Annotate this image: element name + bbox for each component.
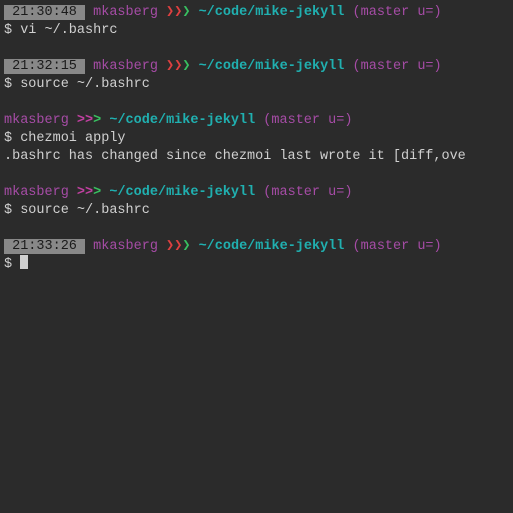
prompt-line: 21:32:15 mkasberg ❯❯❯ ~/code/mike-jekyll…: [0, 58, 513, 76]
branch-open: (: [353, 5, 361, 20]
prompt-line: mkasberg >>> ~/code/mike-jekyll (master …: [0, 184, 513, 202]
git-branch: master u=: [361, 59, 434, 74]
cwd-path: ~/code/mike-jekyll: [109, 113, 255, 128]
prompt-separator: >: [93, 113, 101, 128]
timestamp: 21:33:26: [4, 239, 85, 254]
command-line[interactable]: $ chezmoi apply: [0, 130, 513, 148]
cwd-path: ~/code/mike-jekyll: [199, 239, 345, 254]
branch-open: (: [353, 59, 361, 74]
command-line[interactable]: $ vi ~/.bashrc: [0, 22, 513, 40]
command-text[interactable]: vi ~/.bashrc: [20, 23, 117, 38]
username: mkasberg: [93, 239, 158, 254]
prompt-line: 21:30:48 mkasberg ❯❯❯ ~/code/mike-jekyll…: [0, 4, 513, 22]
prompt-separator: >: [85, 185, 93, 200]
branch-close: ): [434, 5, 442, 20]
command-line[interactable]: $ source ~/.bashrc: [0, 202, 513, 220]
prompt-line: 21:33:26 mkasberg ❯❯❯ ~/code/mike-jekyll…: [0, 238, 513, 256]
username: mkasberg: [4, 185, 69, 200]
prompt-dollar: $: [4, 203, 20, 218]
blank-line: [0, 40, 513, 58]
git-branch: master u=: [271, 185, 344, 200]
cwd-path: ~/code/mike-jekyll: [109, 185, 255, 200]
git-branch: master u=: [361, 5, 434, 20]
blank-line: [0, 220, 513, 238]
prompt-dollar: $: [4, 257, 20, 272]
branch-close: ): [434, 239, 442, 254]
prompt-separator: >: [77, 185, 85, 200]
prompt-separator: ❯: [166, 239, 174, 254]
blank-line: [0, 166, 513, 184]
command-text[interactable]: source ~/.bashrc: [20, 203, 150, 218]
prompt-separator: >: [93, 185, 101, 200]
blank-line: [0, 94, 513, 112]
branch-close: ): [434, 59, 442, 74]
git-branch: master u=: [361, 239, 434, 254]
branch-close: ): [344, 185, 352, 200]
command-text[interactable]: source ~/.bashrc: [20, 77, 150, 92]
prompt-separator: ❯: [166, 59, 174, 74]
output-line: .bashrc has changed since chezmoi last w…: [0, 148, 513, 166]
username: mkasberg: [93, 59, 158, 74]
username: mkasberg: [93, 5, 158, 20]
timestamp: 21:32:15: [4, 59, 85, 74]
prompt-separator: ❯: [182, 5, 190, 20]
branch-close: ): [344, 113, 352, 128]
prompt-dollar: $: [4, 131, 20, 146]
prompt-separator: ❯: [166, 5, 174, 20]
terminal[interactable]: 21:30:48 mkasberg ❯ ❯ ❯ ~/code/mike-jekyll…: [0, 4, 513, 274]
prompt-dollar: $: [4, 23, 20, 38]
command-line[interactable]: $ source ~/.bashrc: [0, 76, 513, 94]
cwd-path: ~/code/mike-jekyll: [199, 5, 345, 20]
cursor: [20, 255, 28, 269]
prompt-dollar: $: [4, 77, 20, 92]
branch-open: (: [353, 239, 361, 254]
command-line[interactable]: $: [0, 256, 513, 274]
timestamp: 21:30:48: [4, 5, 85, 20]
prompt-line: mkasberg >>> ~/code/mike-jekyll (master …: [0, 112, 513, 130]
prompt-separator: ❯: [182, 239, 190, 254]
cwd-path: ~/code/mike-jekyll: [199, 59, 345, 74]
git-branch: master u=: [271, 113, 344, 128]
prompt-separator: >: [77, 113, 85, 128]
prompt-separator: ❯: [182, 59, 190, 74]
username: mkasberg: [4, 113, 69, 128]
prompt-separator: >: [85, 113, 93, 128]
command-text[interactable]: chezmoi apply: [20, 131, 125, 146]
